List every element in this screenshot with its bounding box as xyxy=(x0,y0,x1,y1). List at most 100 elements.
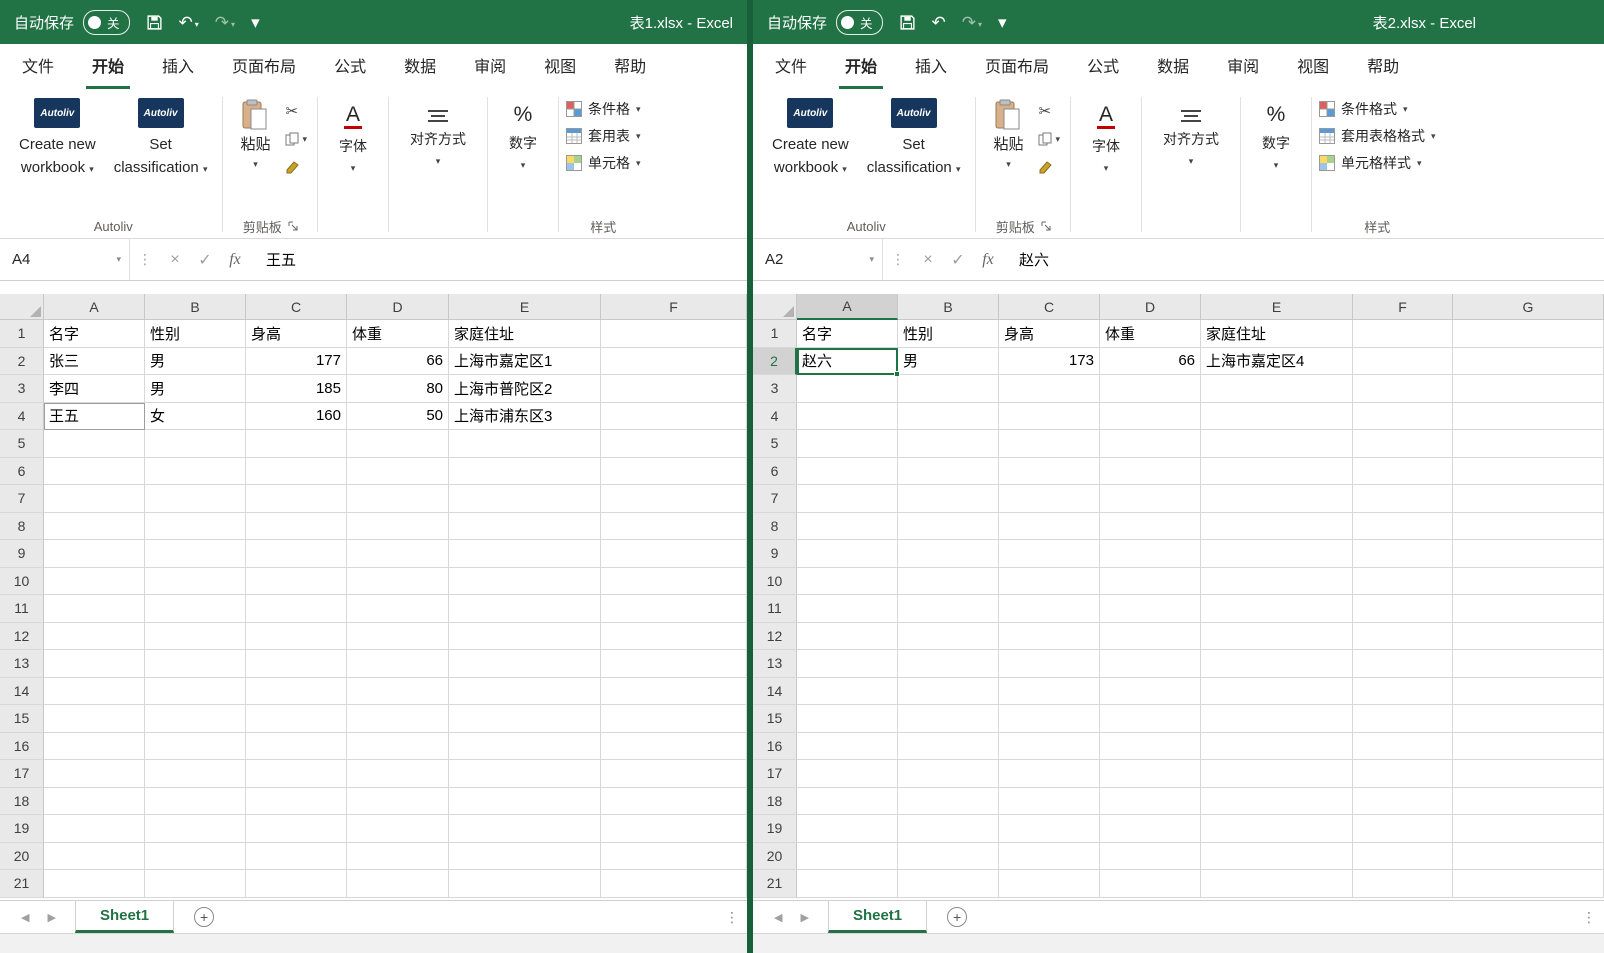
cell-G16[interactable] xyxy=(1453,733,1604,761)
cell-D13[interactable] xyxy=(347,650,449,678)
row-header-19[interactable]: 19 xyxy=(753,815,797,843)
cell-G9[interactable] xyxy=(1453,540,1604,568)
name-box-dropdown-icon[interactable]: ▾ xyxy=(869,254,874,265)
cell-A5[interactable] xyxy=(44,430,145,458)
row-header-15[interactable]: 15 xyxy=(0,705,44,733)
create-new-workbook-button[interactable]: Autoliv Create new workbook ▾ xyxy=(764,93,857,177)
cell-A20[interactable] xyxy=(44,843,145,871)
cell-B3[interactable]: 男 xyxy=(145,375,246,403)
cell-A12[interactable] xyxy=(44,623,145,651)
column-header-C[interactable]: C xyxy=(999,294,1100,320)
copy-button[interactable]: ▾ xyxy=(1035,129,1063,149)
cancel-icon[interactable]: × xyxy=(913,251,943,269)
cell-D19[interactable] xyxy=(347,815,449,843)
cell-D12[interactable] xyxy=(347,623,449,651)
row-header-13[interactable]: 13 xyxy=(0,650,44,678)
cell-E15[interactable] xyxy=(449,705,601,733)
font-group-button[interactable]: A 字体 ▾ xyxy=(1078,95,1134,174)
cell-C9[interactable] xyxy=(246,540,347,568)
cell-E5[interactable] xyxy=(449,430,601,458)
dialog-launcher-icon[interactable] xyxy=(288,221,298,231)
cell-A11[interactable] xyxy=(44,595,145,623)
cell-A6[interactable] xyxy=(44,458,145,486)
cell-G11[interactable] xyxy=(1453,595,1604,623)
cell-D2[interactable]: 66 xyxy=(347,348,449,376)
cell-E2[interactable]: 上海市嘉定区4 xyxy=(1201,348,1353,376)
cell-C10[interactable] xyxy=(246,568,347,596)
cell-C4[interactable] xyxy=(999,403,1100,431)
column-header-A[interactable]: A xyxy=(44,294,145,320)
cell-F2[interactable] xyxy=(1353,348,1453,376)
cut-button[interactable]: ✂ xyxy=(1035,101,1063,121)
cell-F6[interactable] xyxy=(1353,458,1453,486)
cell-C15[interactable] xyxy=(999,705,1100,733)
cell-F19[interactable] xyxy=(1353,815,1453,843)
cell-E19[interactable] xyxy=(1201,815,1353,843)
cell-E9[interactable] xyxy=(449,540,601,568)
row-header-5[interactable]: 5 xyxy=(753,430,797,458)
cell-E6[interactable] xyxy=(1201,458,1353,486)
redo-icon[interactable]: ↷▾ xyxy=(215,14,235,31)
cell-styles-button[interactable]: 单元格 ▾ xyxy=(566,153,641,173)
cell-C14[interactable] xyxy=(246,678,347,706)
cell-A13[interactable] xyxy=(797,650,898,678)
cell-F15[interactable] xyxy=(1353,705,1453,733)
cell-A2[interactable]: 张三 xyxy=(44,348,145,376)
row-header-9[interactable]: 9 xyxy=(0,540,44,568)
cell-B21[interactable] xyxy=(898,870,999,898)
autosave-toggle[interactable]: 关 xyxy=(83,10,130,35)
cell-E5[interactable] xyxy=(1201,430,1353,458)
save-icon[interactable] xyxy=(899,14,916,31)
cell-E8[interactable] xyxy=(1201,513,1353,541)
cell-B9[interactable] xyxy=(145,540,246,568)
redo-icon[interactable]: ↷▾ xyxy=(962,14,982,31)
cell-A11[interactable] xyxy=(797,595,898,623)
name-box-dropdown-icon[interactable]: ▾ xyxy=(116,254,121,265)
cell-D6[interactable] xyxy=(347,458,449,486)
cell-D1[interactable]: 体重 xyxy=(1100,320,1201,348)
ribbon-tab-页面布局[interactable]: 页面布局 xyxy=(226,44,302,89)
conditional-formatting-button[interactable]: 条件格 ▾ xyxy=(566,99,641,119)
cell-F4[interactable] xyxy=(1353,403,1453,431)
formula-input[interactable]: 赵六 xyxy=(1003,249,1049,270)
cell-D10[interactable] xyxy=(1100,568,1201,596)
cell-F13[interactable] xyxy=(1353,650,1453,678)
cell-F9[interactable] xyxy=(1353,540,1453,568)
cell-G17[interactable] xyxy=(1453,760,1604,788)
row-header-18[interactable]: 18 xyxy=(0,788,44,816)
cell-A14[interactable] xyxy=(44,678,145,706)
cell-E15[interactable] xyxy=(1201,705,1353,733)
cell-D16[interactable] xyxy=(347,733,449,761)
cell-F19[interactable] xyxy=(601,815,747,843)
cell-B15[interactable] xyxy=(898,705,999,733)
ribbon-tab-插入[interactable]: 插入 xyxy=(156,44,200,89)
cell-B18[interactable] xyxy=(898,788,999,816)
cell-C2[interactable]: 173 xyxy=(999,348,1100,376)
formula-input[interactable]: 王五 xyxy=(250,249,296,270)
cell-B19[interactable] xyxy=(145,815,246,843)
cell-G13[interactable] xyxy=(1453,650,1604,678)
cell-D9[interactable] xyxy=(347,540,449,568)
cell-F14[interactable] xyxy=(601,678,747,706)
cell-C12[interactable] xyxy=(999,623,1100,651)
paste-button[interactable]: 粘贴 ▾ xyxy=(983,93,1033,170)
cell-G10[interactable] xyxy=(1453,568,1604,596)
cell-D20[interactable] xyxy=(1100,843,1201,871)
cell-D8[interactable] xyxy=(1100,513,1201,541)
column-header-B[interactable]: B xyxy=(898,294,999,320)
cell-A9[interactable] xyxy=(44,540,145,568)
column-header-D[interactable]: D xyxy=(1100,294,1201,320)
set-classification-button[interactable]: Autoliv Set classification ▾ xyxy=(859,93,969,177)
cell-F16[interactable] xyxy=(1353,733,1453,761)
cell-F16[interactable] xyxy=(601,733,747,761)
cell-C11[interactable] xyxy=(246,595,347,623)
cell-F1[interactable] xyxy=(1353,320,1453,348)
ribbon-tab-审阅[interactable]: 审阅 xyxy=(468,44,512,89)
cell-E20[interactable] xyxy=(449,843,601,871)
cell-A12[interactable] xyxy=(797,623,898,651)
cell-B4[interactable] xyxy=(898,403,999,431)
cell-E4[interactable]: 上海市浦东区3 xyxy=(449,403,601,431)
cell-D11[interactable] xyxy=(1100,595,1201,623)
row-header-6[interactable]: 6 xyxy=(753,458,797,486)
cell-F3[interactable] xyxy=(601,375,747,403)
